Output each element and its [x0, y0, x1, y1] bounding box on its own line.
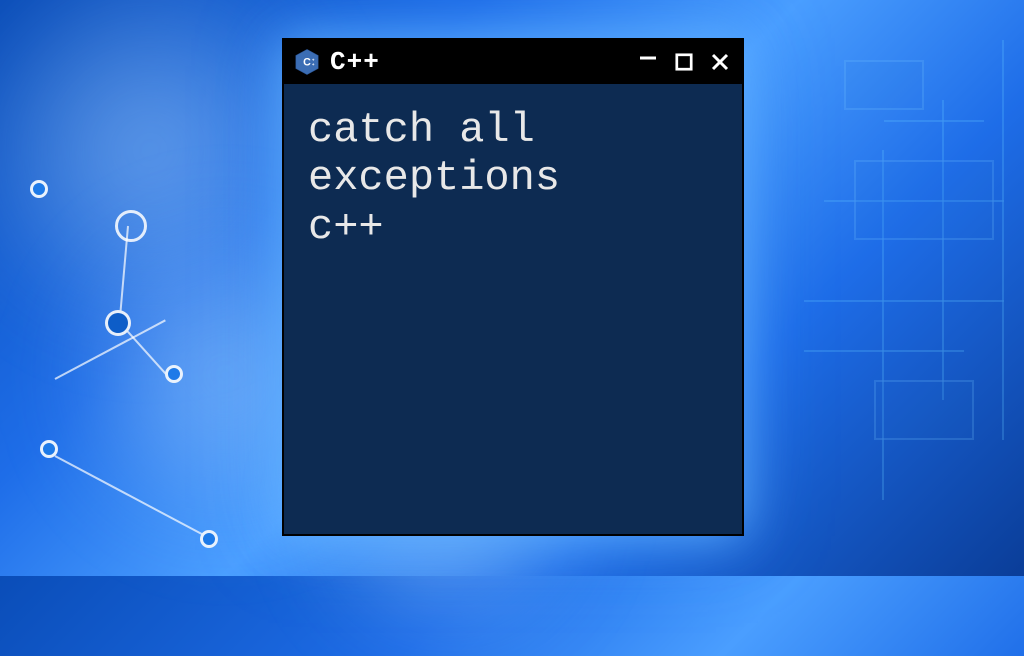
window-controls [636, 50, 732, 74]
minimize-button[interactable] [636, 46, 660, 70]
network-decoration [0, 0, 300, 576]
svg-text:C: C [303, 56, 311, 68]
maximize-button[interactable] [672, 50, 696, 74]
close-button[interactable] [708, 50, 732, 74]
window-body: catch all exceptions c++ [284, 84, 742, 273]
code-content: catch all exceptions c++ [308, 106, 718, 251]
terminal-window: C + + C++ catch all exceptions c++ [282, 38, 744, 536]
cpp-icon: C + + [292, 47, 322, 77]
window-title: C++ [330, 47, 628, 77]
svg-text:+: + [312, 62, 315, 67]
titlebar[interactable]: C + + C++ [284, 40, 742, 84]
